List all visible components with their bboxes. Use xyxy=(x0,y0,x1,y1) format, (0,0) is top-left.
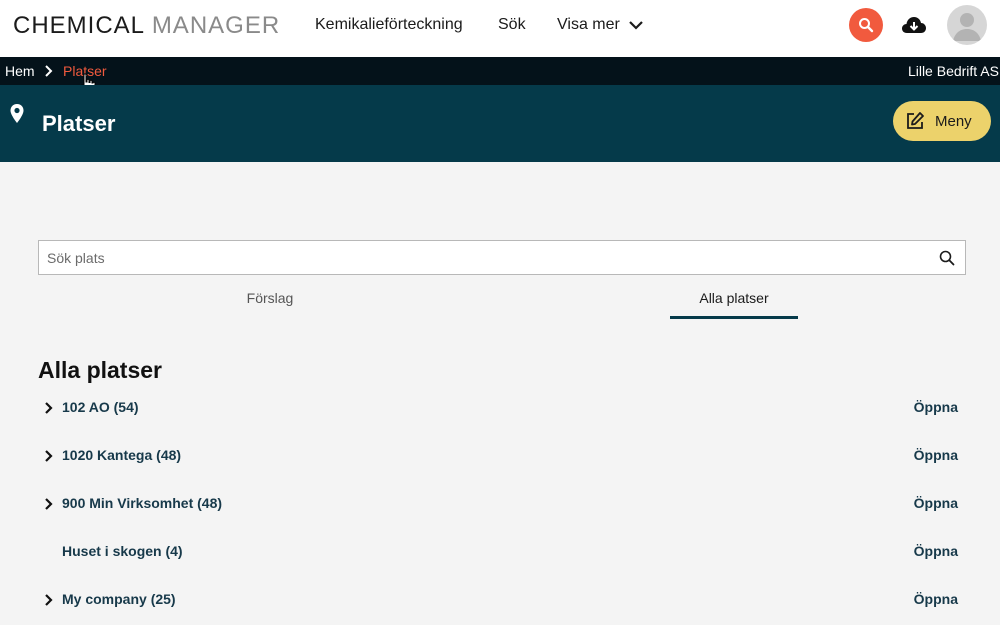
nav-chemical-register[interactable]: Kemikalieförteckning xyxy=(315,16,463,34)
list-item-label[interactable]: Huset i skogen (4) xyxy=(62,543,183,559)
expand-chevron-icon[interactable] xyxy=(44,402,54,414)
user-avatar[interactable] xyxy=(947,5,987,45)
location-pin-icon xyxy=(10,104,24,123)
open-link[interactable]: Öppna xyxy=(914,543,958,559)
header-search-button[interactable] xyxy=(849,8,883,42)
nav-search[interactable]: Sök xyxy=(498,16,526,34)
download-button[interactable] xyxy=(901,13,927,37)
location-search-field xyxy=(38,240,966,275)
search-icon xyxy=(859,18,874,33)
expand-chevron-icon[interactable] xyxy=(44,594,54,606)
location-search-input[interactable] xyxy=(39,241,919,274)
user-avatar-icon xyxy=(953,13,981,41)
list-item-label[interactable]: 102 AO (54) xyxy=(62,399,139,415)
menu-button-label: Meny xyxy=(935,112,972,130)
list-item: 900 Min Virksomhet (48) Öppna xyxy=(38,489,966,519)
list-item-label[interactable]: 1020 Kantega (48) xyxy=(62,447,181,463)
breadcrumb-home[interactable]: Hem xyxy=(5,63,35,79)
breadcrumb: Hem Platser Lille Bedrift AS xyxy=(0,57,1000,85)
nav-show-more[interactable]: Visa mer xyxy=(557,16,644,34)
cloud-download-icon xyxy=(902,17,926,33)
nav-show-more-label: Visa mer xyxy=(557,16,620,33)
tab-suggestions[interactable]: Förslag xyxy=(200,290,340,306)
chevron-down-icon xyxy=(629,21,643,30)
organization-name: Lille Bedrift AS xyxy=(907,63,999,79)
open-link[interactable]: Öppna xyxy=(914,447,958,463)
top-header: CHEMICAL MANAGER Kemikalieförteckning Sö… xyxy=(0,0,1000,57)
brand-primary: CHEMICAL xyxy=(13,12,145,39)
menu-button[interactable]: Meny xyxy=(893,101,991,141)
edit-icon xyxy=(907,112,924,129)
expand-chevron-icon[interactable] xyxy=(44,450,54,462)
list-item: 102 AO (54) Öppna xyxy=(38,393,966,423)
open-link[interactable]: Öppna xyxy=(914,495,958,511)
list-item: 1020 Kantega (48) Öppna xyxy=(38,441,966,471)
list-item-label[interactable]: 900 Min Virksomhet (48) xyxy=(62,495,222,511)
chevron-right-icon xyxy=(45,65,53,77)
list-item-label[interactable]: My company (25) xyxy=(62,591,176,607)
list-item: Huset i skogen (4) Öppna xyxy=(38,537,966,567)
tab-all-locations[interactable]: Alla platser xyxy=(670,290,798,306)
section-title: Alla platser xyxy=(38,357,162,383)
page-title: Platser xyxy=(42,111,116,136)
open-link[interactable]: Öppna xyxy=(914,591,958,607)
brand-logo[interactable]: CHEMICAL MANAGER xyxy=(13,12,280,40)
brand-secondary: MANAGER xyxy=(151,12,281,39)
open-link[interactable]: Öppna xyxy=(914,399,958,415)
expand-chevron-icon[interactable] xyxy=(44,498,54,510)
list-item: My company (25) Öppna xyxy=(38,585,966,615)
search-icon[interactable] xyxy=(939,250,955,266)
page-header: Platser Meny xyxy=(0,85,1000,162)
active-tab-indicator xyxy=(670,316,798,319)
